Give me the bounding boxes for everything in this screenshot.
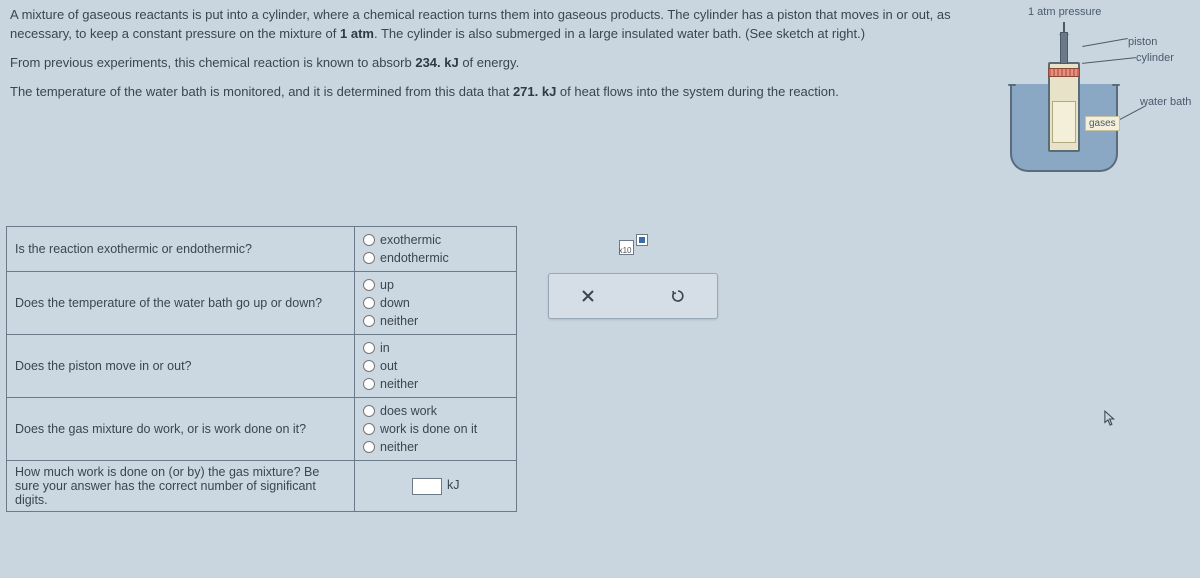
- reset-button[interactable]: [657, 282, 699, 310]
- p1-value: 1 atm: [340, 26, 374, 41]
- para-2: From previous experiments, this chemical…: [10, 54, 960, 73]
- piston-head-icon: [1048, 68, 1080, 77]
- q1-opt-exothermic[interactable]: exothermic: [363, 231, 508, 249]
- opt-label: neither: [380, 314, 418, 328]
- opt-label: neither: [380, 377, 418, 391]
- q1-prompt: Is the reaction exothermic or endothermi…: [7, 227, 355, 272]
- opt-label: exothermic: [380, 233, 441, 247]
- q3-opt-out[interactable]: out: [363, 357, 508, 375]
- q4-opt-workdone[interactable]: work is done on it: [363, 420, 508, 438]
- para-1: A mixture of gaseous reactants is put in…: [10, 6, 960, 44]
- p3-text-a: The temperature of the water bath is mon…: [10, 84, 513, 99]
- p2-text-a: From previous experiments, this chemical…: [10, 55, 415, 70]
- waterbath-label: water bath: [1140, 96, 1191, 108]
- piston-rod-icon: [1060, 32, 1068, 64]
- piston-label: piston: [1128, 36, 1157, 48]
- pressure-label: 1 atm pressure: [1028, 6, 1101, 18]
- toolbar-row: [548, 273, 718, 319]
- q4-opt-doeswork[interactable]: does work: [363, 402, 508, 420]
- p1-text-b: . The cylinder is also submerged in a la…: [374, 26, 865, 41]
- q4-radio-workdone[interactable]: [363, 423, 375, 435]
- gases-label: gases: [1085, 116, 1120, 131]
- cylinder-label: cylinder: [1136, 52, 1174, 64]
- opt-label: in: [380, 341, 390, 355]
- leader-line: [1082, 57, 1136, 64]
- q3-answers: in out neither: [355, 335, 517, 398]
- p2-value: 234. kJ: [415, 55, 458, 70]
- exponent-box-icon: [636, 234, 648, 246]
- cursor-icon: [1104, 410, 1118, 428]
- q1-radio-exothermic[interactable]: [363, 234, 375, 246]
- q5-prompt: How much work is done on (or by) the gas…: [7, 461, 355, 512]
- q1-radio-endothermic[interactable]: [363, 252, 375, 264]
- p3-text-b: of heat flows into the system during the…: [556, 84, 839, 99]
- q3-opt-in[interactable]: in: [363, 339, 508, 357]
- refresh-icon: [670, 288, 686, 304]
- q4-opt-neither[interactable]: neither: [363, 438, 508, 456]
- x-icon: [580, 288, 596, 304]
- question-table: Is the reaction exothermic or endothermi…: [6, 226, 517, 512]
- q3-opt-neither[interactable]: neither: [363, 375, 508, 393]
- opt-label: endothermic: [380, 251, 449, 265]
- q3-prompt: Does the piston move in or out?: [7, 335, 355, 398]
- q4-answers: does work work is done on it neither: [355, 398, 517, 461]
- q3-radio-in[interactable]: [363, 342, 375, 354]
- x10-label: x10: [619, 246, 632, 255]
- leader-line: [1120, 105, 1147, 120]
- q3-radio-out[interactable]: [363, 360, 375, 372]
- q2-answers: up down neither: [355, 272, 517, 335]
- apparatus-diagram: 1 atm pressure piston cylinder water bat…: [970, 6, 1196, 186]
- q2-opt-neither[interactable]: neither: [363, 312, 508, 330]
- q1-opt-endothermic[interactable]: endothermic: [363, 249, 508, 267]
- q5-unit: kJ: [447, 478, 460, 492]
- q4-radio-neither[interactable]: [363, 441, 375, 453]
- opt-label: work is done on it: [380, 422, 477, 436]
- para-3: The temperature of the water bath is mon…: [10, 83, 960, 102]
- q4-radio-doeswork[interactable]: [363, 405, 375, 417]
- opt-label: out: [380, 359, 397, 373]
- opt-label: down: [380, 296, 410, 310]
- problem-statement: A mixture of gaseous reactants is put in…: [0, 0, 970, 101]
- opt-label: neither: [380, 440, 418, 454]
- q2-opt-down[interactable]: down: [363, 294, 508, 312]
- gases-box-icon: [1052, 101, 1076, 143]
- q5-answer: kJ: [355, 461, 517, 512]
- p3-value: 271. kJ: [513, 84, 556, 99]
- clear-button[interactable]: [567, 282, 609, 310]
- answer-toolbar: x10: [548, 226, 718, 346]
- q2-radio-up[interactable]: [363, 279, 375, 291]
- leader-line: [1082, 38, 1127, 47]
- q2-opt-up[interactable]: up: [363, 276, 508, 294]
- q2-radio-neither[interactable]: [363, 315, 375, 327]
- q2-radio-down[interactable]: [363, 297, 375, 309]
- q1-answers: exothermic endothermic: [355, 227, 517, 272]
- sci-notation-tool[interactable]: x10: [548, 226, 718, 273]
- mantissa-box-icon: x10: [619, 240, 634, 255]
- q2-prompt: Does the temperature of the water bath g…: [7, 272, 355, 335]
- opt-label: up: [380, 278, 394, 292]
- q3-radio-neither[interactable]: [363, 378, 375, 390]
- opt-label: does work: [380, 404, 437, 418]
- q4-prompt: Does the gas mixture do work, or is work…: [7, 398, 355, 461]
- q5-input[interactable]: [412, 478, 442, 495]
- p2-text-b: of energy.: [459, 55, 519, 70]
